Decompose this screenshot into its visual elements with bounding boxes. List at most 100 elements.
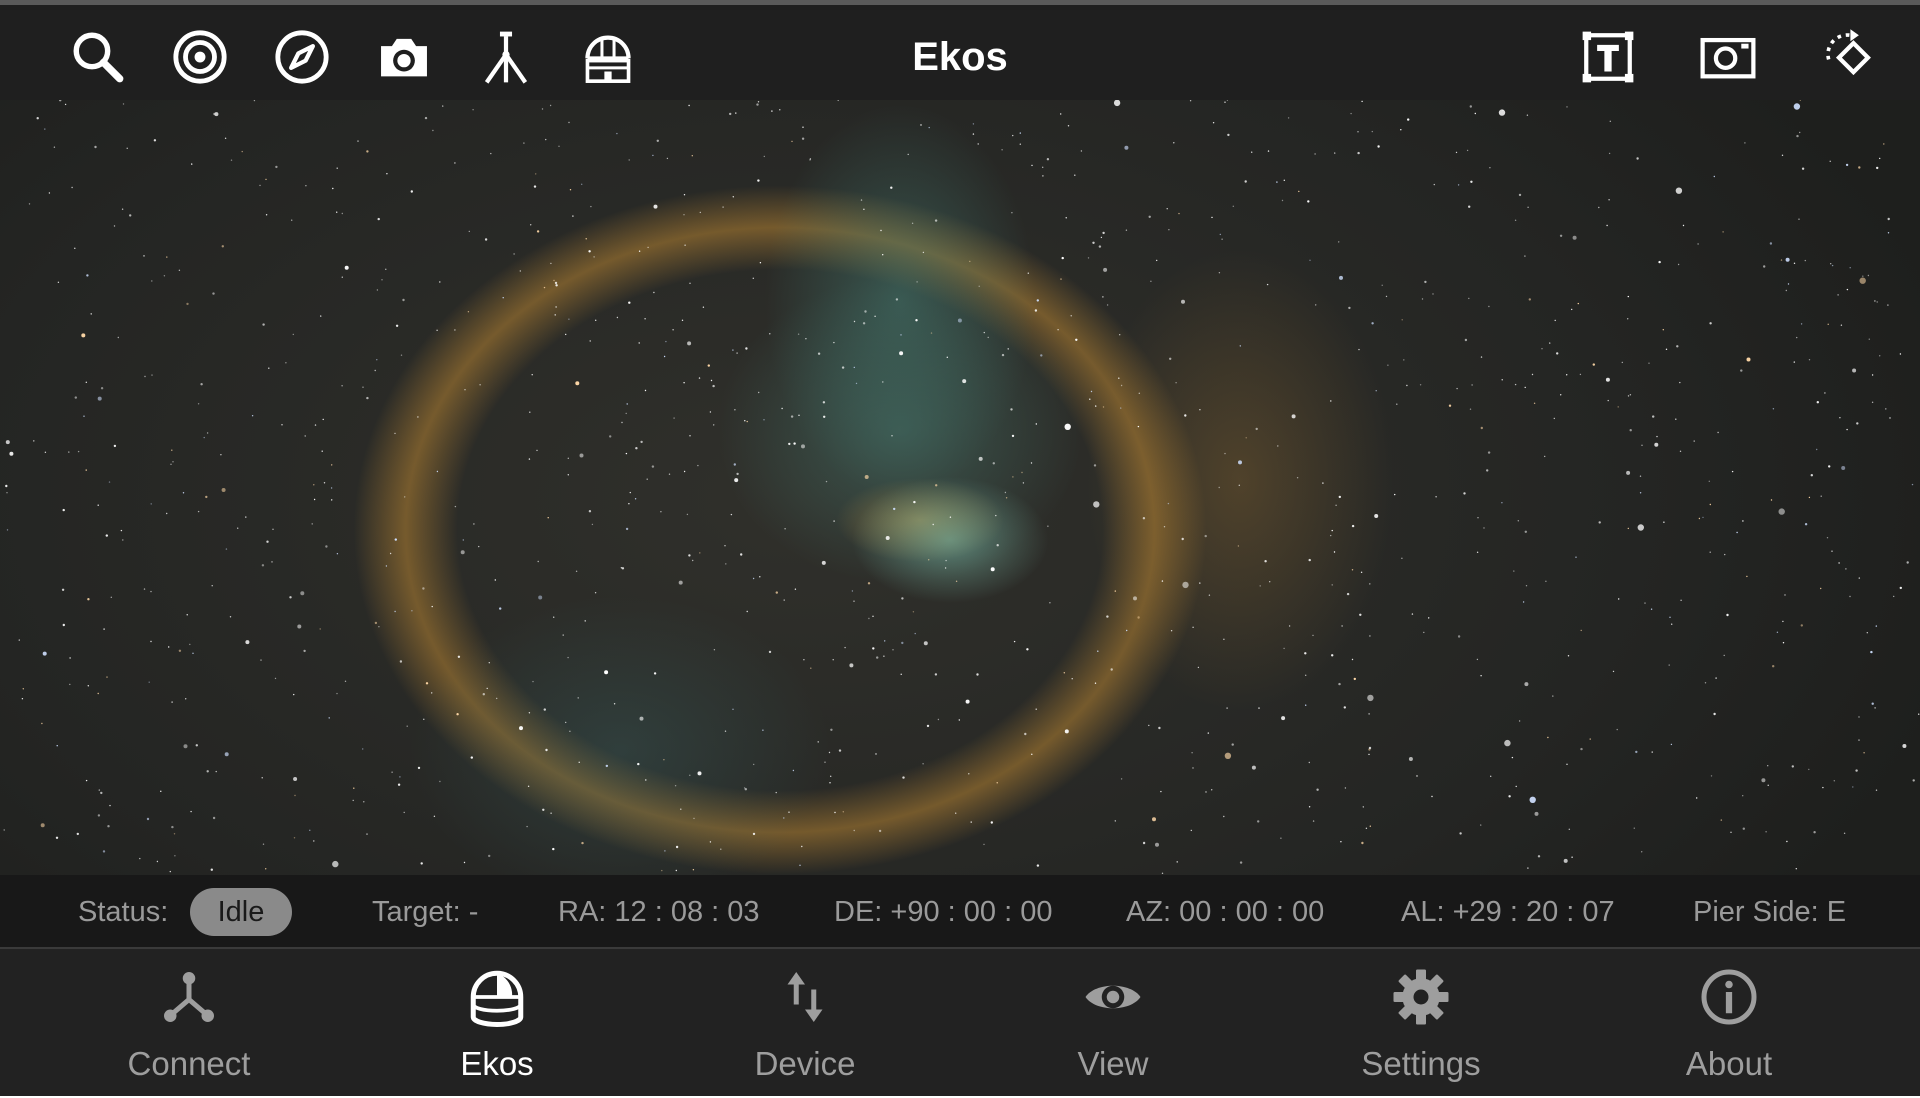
star: [97, 692, 99, 695]
star: [1839, 417, 1841, 419]
star: [1035, 423, 1038, 425]
star: [1549, 342, 1551, 344]
nav-item-connect[interactable]: Connect: [35, 949, 343, 1098]
star: [588, 510, 592, 513]
star: [1221, 238, 1223, 240]
star: [1658, 260, 1661, 264]
star: [1668, 664, 1670, 666]
star: [300, 591, 305, 596]
star: [1846, 428, 1848, 431]
star: [1639, 492, 1642, 494]
star: [625, 527, 629, 531]
star: [759, 262, 762, 264]
star: [884, 640, 886, 642]
nav-item-view[interactable]: View: [959, 949, 1267, 1098]
star: [457, 655, 461, 658]
star: [1120, 407, 1122, 409]
star: [1245, 437, 1247, 439]
star: [311, 523, 313, 525]
star: [1744, 142, 1746, 144]
star: [664, 850, 666, 852]
star: [1207, 732, 1210, 734]
star: [689, 774, 691, 776]
star: [110, 596, 113, 598]
star: [1181, 299, 1185, 304]
star: [1401, 319, 1403, 321]
star: [1713, 712, 1716, 716]
star: [621, 567, 625, 570]
star: [1435, 496, 1437, 498]
star: [1148, 724, 1150, 727]
star: [567, 656, 569, 659]
star: [1133, 596, 1137, 601]
star: [332, 860, 339, 868]
star: [916, 281, 918, 283]
observatory-icon[interactable]: [576, 25, 640, 89]
star: [1651, 751, 1653, 753]
star: [1715, 677, 1717, 679]
star: [399, 776, 401, 778]
star: [385, 565, 388, 567]
target-icon[interactable]: [168, 25, 232, 89]
compass-icon[interactable]: [270, 25, 334, 89]
rotate-icon[interactable]: [1816, 25, 1880, 89]
star: [983, 331, 985, 334]
star: [1267, 150, 1270, 152]
star: [1168, 229, 1170, 231]
star: [18, 639, 20, 641]
star: [1469, 408, 1472, 410]
star: [1480, 426, 1484, 430]
star: [1560, 394, 1562, 396]
star: [1800, 624, 1804, 627]
star: [1308, 761, 1311, 764]
nav-item-about[interactable]: About: [1575, 949, 1883, 1098]
telescope-icon[interactable]: [474, 25, 538, 89]
star: [555, 284, 558, 287]
star: [411, 610, 413, 612]
star-field: [3, 100, 1920, 874]
star: [550, 262, 552, 265]
star: [1724, 553, 1726, 556]
star: [71, 186, 73, 189]
star: [965, 699, 970, 704]
star: [490, 152, 492, 155]
star: [1720, 819, 1723, 821]
star: [1800, 323, 1803, 325]
star: [1563, 858, 1568, 863]
search-icon[interactable]: [66, 25, 130, 89]
text-frame-icon[interactable]: [1576, 25, 1640, 89]
star: [744, 420, 746, 422]
star: [85, 779, 88, 782]
star: [882, 381, 884, 383]
star: [215, 770, 217, 773]
star: [554, 314, 556, 316]
star: [1671, 623, 1673, 625]
star: [698, 377, 701, 379]
star: [645, 779, 647, 781]
star: [902, 776, 905, 779]
star: [651, 465, 655, 468]
star: [1675, 187, 1683, 194]
star: [1816, 401, 1820, 404]
star: [768, 650, 772, 654]
star: [1102, 231, 1105, 235]
nav-item-device[interactable]: Device: [651, 949, 959, 1098]
nav-item-ekos[interactable]: Ekos: [343, 949, 651, 1098]
star: [1463, 492, 1466, 495]
star: [1804, 259, 1807, 262]
star: [144, 375, 146, 378]
camera-icon[interactable]: [372, 25, 436, 89]
star: [1616, 728, 1618, 731]
star: [1799, 131, 1801, 134]
star: [1124, 145, 1129, 150]
star: [195, 744, 198, 747]
star: [87, 685, 90, 687]
star: [1849, 267, 1851, 269]
screenshot-icon[interactable]: [1696, 25, 1760, 89]
nav-item-settings[interactable]: Settings: [1267, 949, 1575, 1098]
star: [944, 567, 947, 569]
star: [1126, 629, 1128, 632]
sky-image-view[interactable]: [0, 100, 1920, 875]
star: [1040, 354, 1043, 357]
star: [990, 821, 993, 824]
